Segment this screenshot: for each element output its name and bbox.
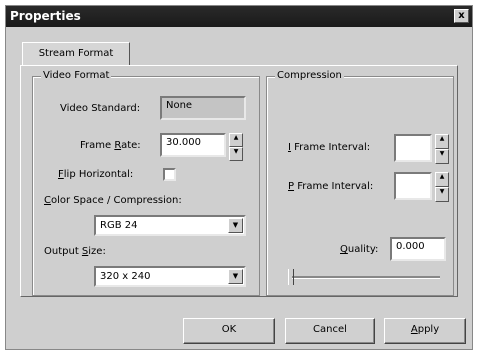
spin-up-icon[interactable]: ▲ xyxy=(435,172,449,187)
close-icon: x xyxy=(458,10,465,21)
quality-input[interactable]: 0.000 xyxy=(390,237,446,261)
p-frame-interval-spinner[interactable]: ▲ ▼ xyxy=(435,172,449,202)
i-frame-interval-label: I Frame Interval: xyxy=(288,142,371,153)
ok-button[interactable]: OK xyxy=(183,318,275,344)
tab-stream-format[interactable]: Stream Format xyxy=(22,42,130,66)
frame-rate-label: Frame Rate: xyxy=(80,140,141,151)
p-frame-interval-input[interactable] xyxy=(394,172,432,200)
i-frame-interval-input[interactable] xyxy=(394,134,432,162)
output-size-label: Output Size: xyxy=(44,246,106,257)
quality-slider-track[interactable] xyxy=(292,276,440,279)
chevron-down-icon[interactable]: ▼ xyxy=(228,218,243,233)
p-frame-interval-label: P Frame Interval: xyxy=(288,181,374,192)
frame-rate-input[interactable]: 30.000 xyxy=(160,133,226,157)
apply-button[interactable]: Apply xyxy=(384,318,466,344)
video-format-label: Video Format xyxy=(41,70,112,81)
window-title: Properties xyxy=(10,9,81,23)
spin-down-icon[interactable]: ▼ xyxy=(435,187,449,202)
title-bar[interactable]: Properties x xyxy=(6,6,472,27)
output-size-value: 320 x 240 xyxy=(100,271,151,282)
i-frame-interval-spinner[interactable]: ▲ ▼ xyxy=(435,134,449,164)
spin-down-icon[interactable]: ▼ xyxy=(229,147,243,161)
frame-rate-spinner[interactable]: ▲ ▼ xyxy=(229,133,243,161)
output-size-select[interactable]: 320 x 240 ▼ xyxy=(94,266,246,287)
color-space-select[interactable]: RGB 24 ▼ xyxy=(94,215,246,236)
video-standard-field: None xyxy=(160,96,246,120)
spin-up-icon[interactable]: ▲ xyxy=(229,133,243,147)
chevron-down-icon[interactable]: ▼ xyxy=(228,269,243,284)
quality-slider-thumb[interactable] xyxy=(288,269,294,285)
color-space-label: Color Space / Compression: xyxy=(44,195,182,206)
flip-horizontal-checkbox[interactable] xyxy=(163,168,176,181)
close-button[interactable]: x xyxy=(454,9,469,23)
flip-horizontal-label: Flip Horizontal: xyxy=(58,169,134,180)
spin-up-icon[interactable]: ▲ xyxy=(435,134,449,149)
color-space-value: RGB 24 xyxy=(100,220,138,231)
compression-label: Compression xyxy=(275,70,344,81)
video-standard-label: Video Standard: xyxy=(60,103,141,114)
spin-down-icon[interactable]: ▼ xyxy=(435,149,449,164)
quality-label: Quality: xyxy=(340,244,379,255)
cancel-button[interactable]: Cancel xyxy=(285,318,375,344)
